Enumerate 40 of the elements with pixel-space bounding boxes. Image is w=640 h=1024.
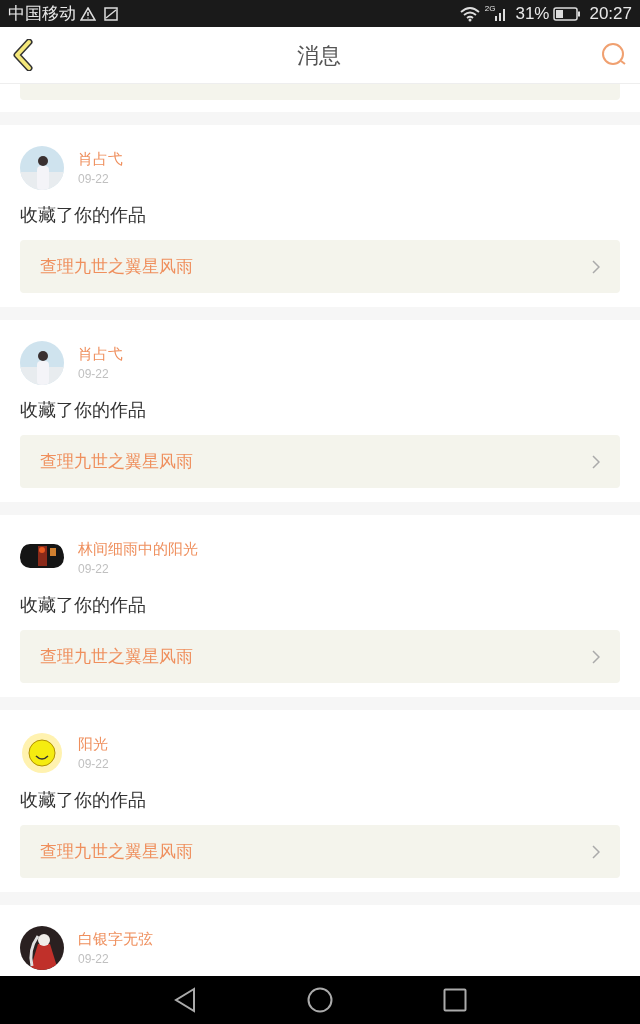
wifi-icon [458, 5, 481, 22]
work-link[interactable]: 查理九世之翼星风雨 [20, 240, 620, 293]
message-text: 收藏了你的作品 [20, 399, 147, 422]
search-icon [601, 42, 627, 68]
battery-icon [553, 6, 582, 21]
carrier-name: 中国移动 [8, 2, 76, 25]
chevron-right-icon [592, 454, 600, 469]
page-title: 消息 [297, 41, 341, 70]
message-date: 09-22 [78, 756, 109, 773]
chevron-left-icon [12, 39, 34, 71]
message-date: 09-22 [78, 171, 110, 188]
work-link[interactable]: 查理九世之翼星风雨 [20, 825, 620, 878]
clock-time: 20:27 [589, 2, 632, 25]
user-name[interactable]: 林间细雨中的阳光 [78, 538, 198, 560]
battery-percent: 31% [515, 2, 550, 25]
message-date: 09-22 [78, 366, 110, 383]
chevron-right-icon [592, 259, 600, 274]
user-name[interactable]: 肖占弋 [78, 343, 123, 365]
chevron-right-icon [592, 844, 600, 859]
network-type: 2G [484, 3, 496, 15]
recents-button[interactable] [443, 988, 467, 1012]
home-button[interactable] [307, 987, 333, 1013]
image-icon [104, 6, 118, 21]
warning-icon [80, 6, 96, 21]
work-link[interactable]: 查理九世之翼星风雨 [20, 435, 620, 488]
user-name[interactable]: 白银字无弦 [78, 928, 153, 950]
work-link[interactable]: 查理九世之翼星风雨 [20, 630, 620, 683]
circle-icon [307, 987, 333, 1013]
user-name[interactable]: 肖占弋 [78, 148, 123, 170]
message-date: 09-22 [78, 561, 110, 578]
back-nav-button[interactable] [173, 987, 197, 1013]
message-text: 收藏了你的作品 [20, 789, 147, 812]
signal-icon [495, 6, 508, 21]
square-icon [443, 988, 467, 1012]
triangle-icon [173, 987, 197, 1013]
chevron-right-icon [592, 649, 600, 664]
message-text: 收藏了你的作品 [20, 204, 147, 227]
message-text: 收藏了你的作品 [20, 594, 147, 617]
user-name[interactable]: 阳光 [78, 733, 109, 755]
message-date: 09-22 [78, 951, 110, 968]
